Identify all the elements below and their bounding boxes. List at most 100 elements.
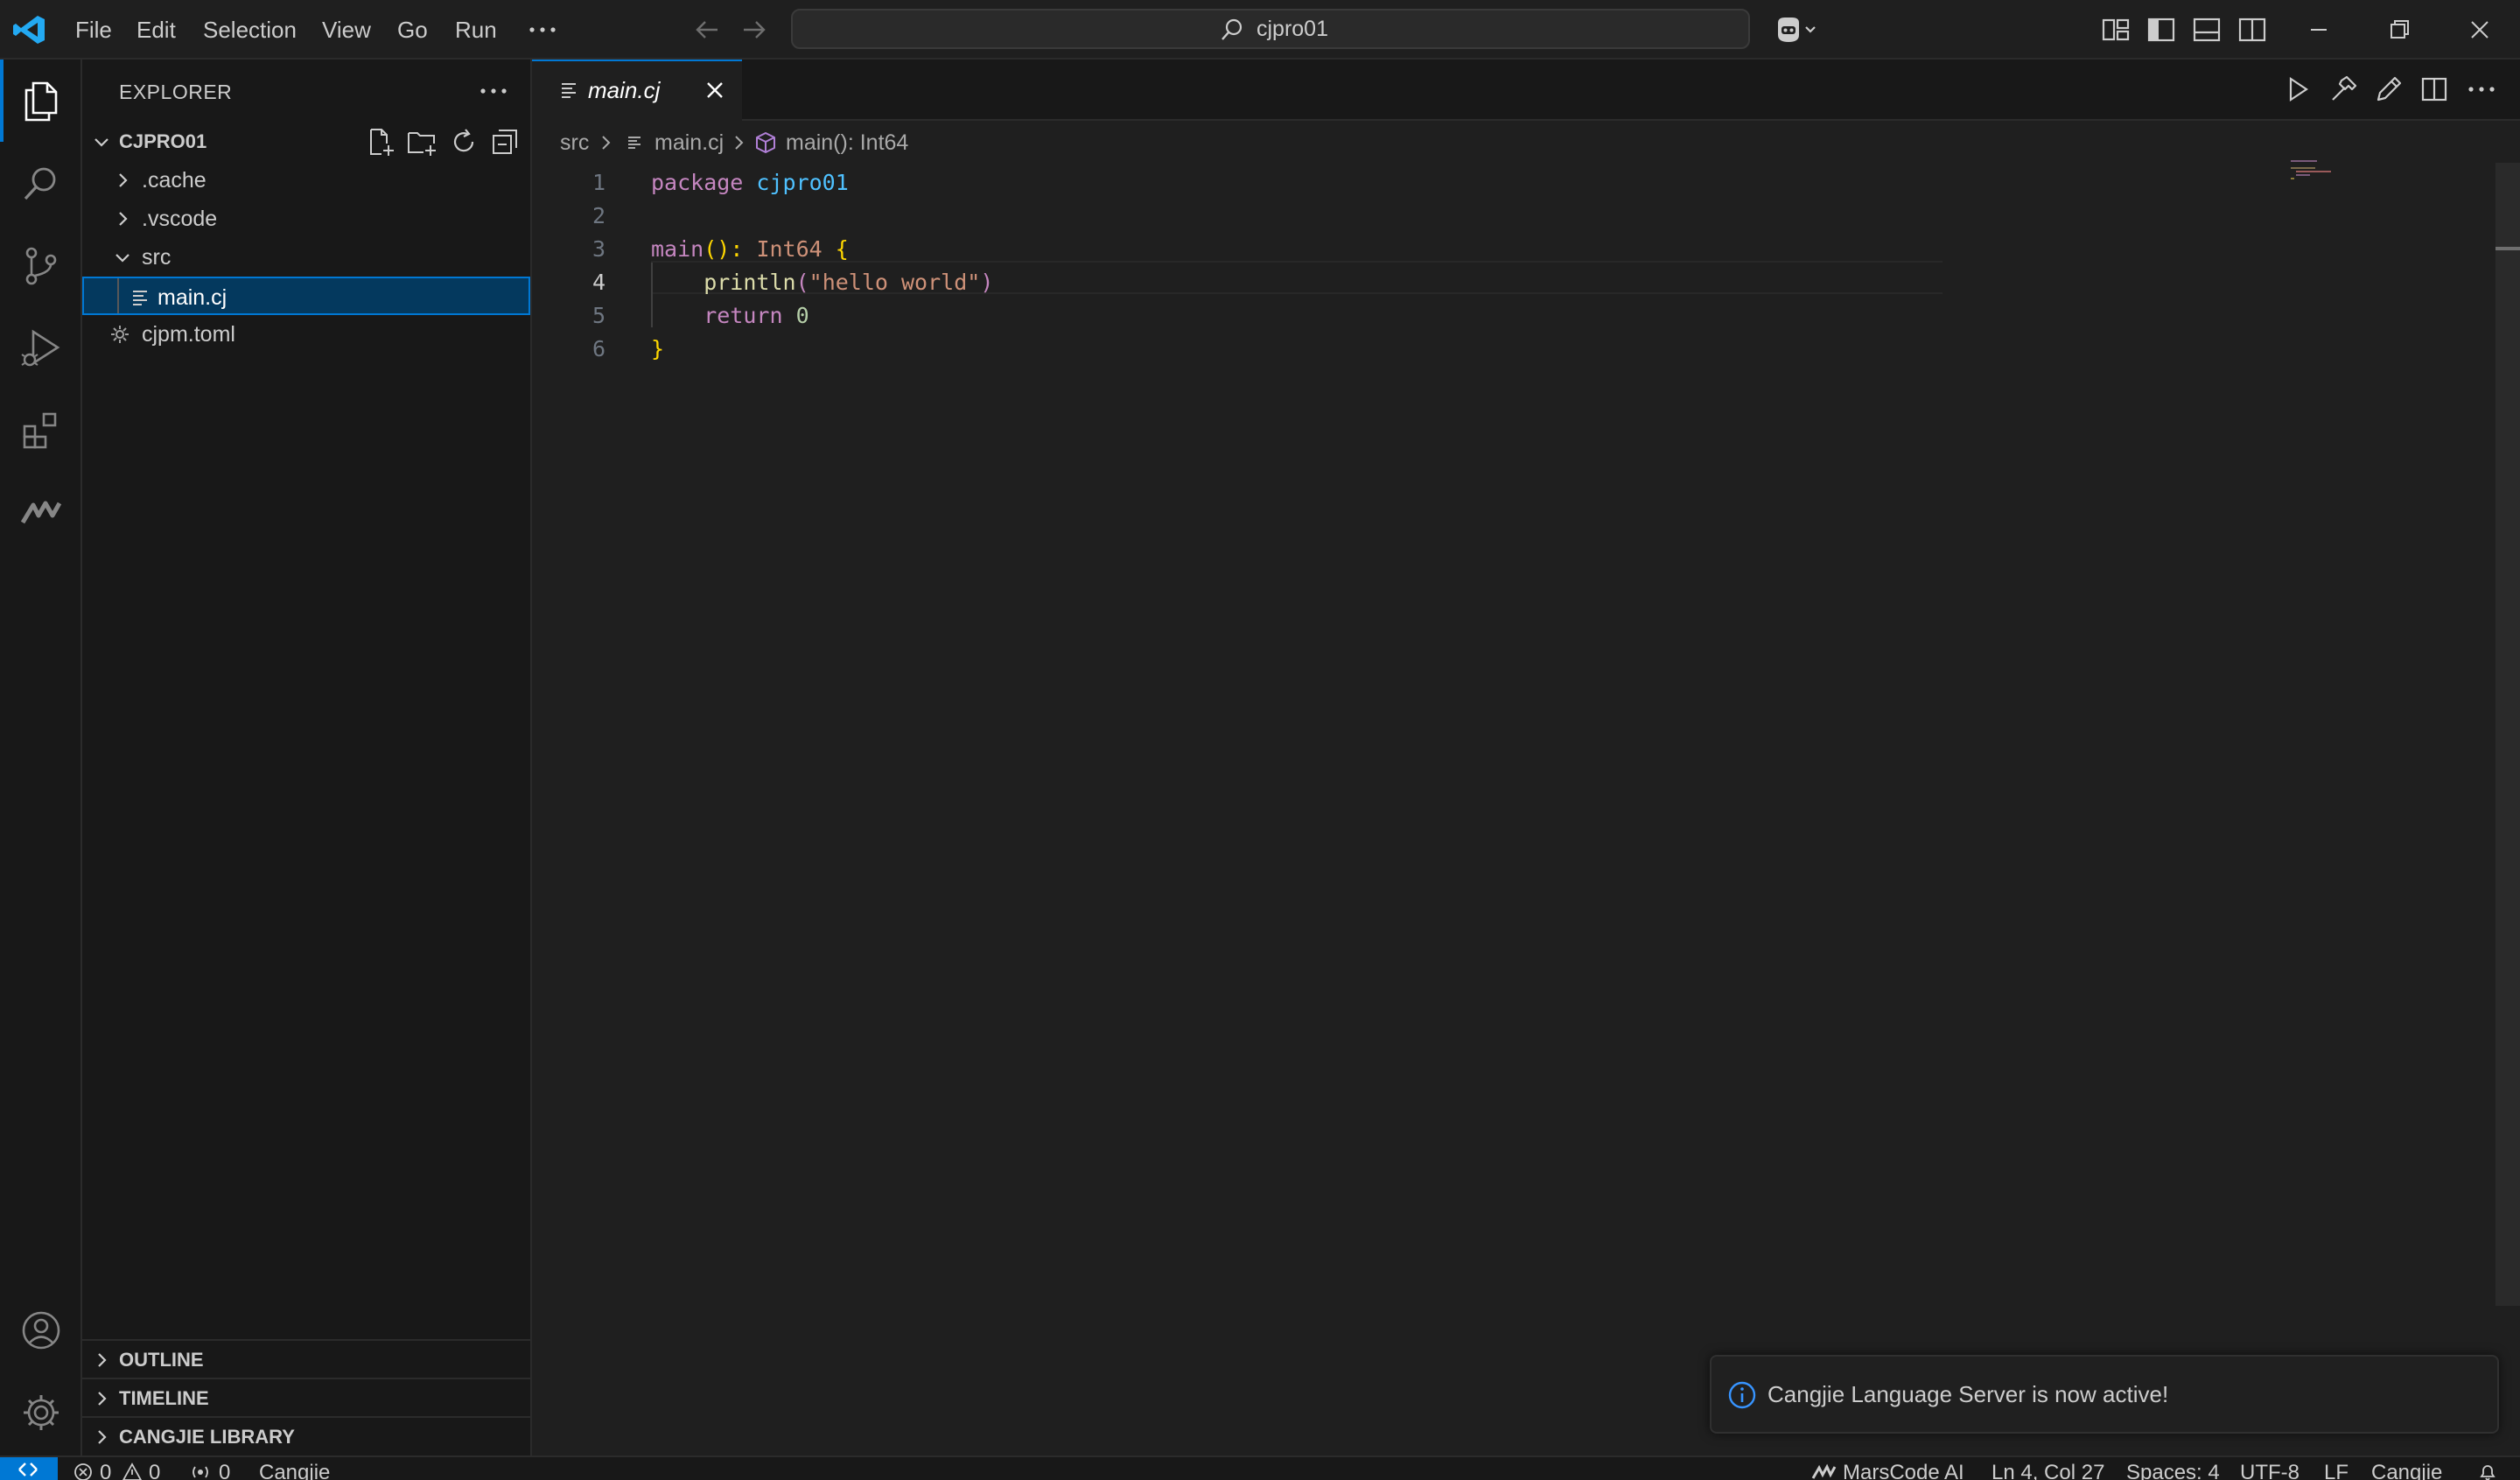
activity-extensions[interactable] — [0, 389, 80, 471]
tree-item-label: .vscode — [142, 207, 218, 231]
activity-source-control[interactable] — [0, 224, 80, 306]
vscode-logo-icon — [12, 14, 47, 46]
forward-arrow-icon[interactable] — [738, 16, 768, 44]
breadcrumb-file[interactable]: main.cj — [654, 121, 724, 165]
tree-item-cache[interactable]: .cache — [82, 161, 530, 200]
menu-selection[interactable]: Selection — [203, 0, 297, 60]
code-editor[interactable]: 1 package cjpro01 2 3 main(): Int64 {4 print… — [532, 165, 2490, 1455]
restore-icon[interactable] — [2384, 14, 2415, 46]
breadcrumb-folder[interactable]: src — [560, 121, 589, 165]
customize-layout-icon[interactable] — [2100, 14, 2132, 46]
menu-run[interactable]: Run — [455, 0, 497, 60]
chevron-down-icon — [112, 247, 133, 268]
toggle-primary-sidebar-icon[interactable] — [2146, 14, 2177, 46]
editor-scrollbar[interactable] — [2496, 163, 2520, 1306]
activity-manage[interactable] — [0, 1371, 80, 1453]
explorer-sidebar: EXPLORER CJPRO01 .cache .vscode src main… — [82, 60, 532, 1455]
code-token: return — [651, 303, 796, 328]
file-text-icon — [560, 81, 579, 100]
section-label: TIMELINE — [119, 1387, 209, 1409]
warning-icon — [122, 1462, 142, 1480]
command-center-label: cjpro01 — [1256, 17, 1328, 41]
search-icon — [24, 167, 56, 200]
cursor-overview-marker — [2496, 247, 2520, 250]
indentation[interactable]: Spaces: 4 — [2126, 1457, 2220, 1480]
search-icon — [1220, 18, 1244, 42]
ports-count[interactable]: 0 — [219, 1457, 230, 1480]
marscode-status[interactable]: MarsCode AI — [1843, 1457, 1964, 1480]
new-file-icon[interactable] — [364, 126, 396, 158]
split-editor-icon[interactable] — [2418, 74, 2450, 105]
toggle-panel-icon[interactable] — [2191, 14, 2222, 46]
toggle-secondary-sidebar-icon[interactable] — [2236, 14, 2268, 46]
indent-guide — [117, 278, 119, 313]
tree-item-main-cj[interactable]: main.cj — [82, 277, 530, 315]
build-hammer-icon[interactable] — [2328, 74, 2359, 105]
run-debug-icon — [21, 329, 60, 367]
code-token: package — [651, 170, 757, 195]
refresh-icon[interactable] — [448, 126, 480, 158]
section-outline[interactable]: OUTLINE — [82, 1339, 530, 1378]
cursor-position[interactable]: Ln 4, Col 27 — [1992, 1457, 2104, 1480]
editor-tabs: main.cj — [532, 60, 2520, 121]
menu-go[interactable]: Go — [397, 0, 428, 60]
command-center[interactable]: cjpro01 — [791, 9, 1750, 49]
menu-file[interactable]: File — [75, 0, 112, 60]
info-icon — [1727, 1380, 1757, 1410]
tab-main-cj[interactable]: main.cj — [532, 60, 742, 121]
tree-item-cjpm-toml[interactable]: cjpm.toml — [82, 315, 530, 354]
activity-explorer[interactable] — [0, 60, 80, 142]
code-line: } — [651, 333, 664, 366]
encoding[interactable]: UTF-8 — [2240, 1457, 2300, 1480]
section-timeline[interactable]: TIMELINE — [82, 1378, 530, 1416]
error-icon — [74, 1463, 92, 1480]
run-icon[interactable] — [2282, 74, 2314, 105]
menu-edit[interactable]: Edit — [136, 0, 176, 60]
close-icon[interactable] — [704, 79, 726, 102]
notifications-bell-icon[interactable] — [2478, 1462, 2497, 1480]
chevron-down-icon — [91, 131, 112, 152]
activity-marscode[interactable] — [0, 471, 80, 553]
code-token: main — [651, 236, 704, 262]
end-of-line[interactable]: LF — [2324, 1457, 2348, 1480]
more-actions-icon[interactable] — [474, 75, 513, 107]
back-arrow-icon[interactable] — [693, 16, 723, 44]
copilot-icon[interactable] — [1773, 14, 1818, 46]
activity-run-debug[interactable] — [0, 306, 80, 389]
code-line: main(): Int64 { — [651, 233, 849, 266]
error-count[interactable]: 0 — [100, 1457, 111, 1480]
code-token: Int64 — [756, 236, 822, 262]
language-status[interactable]: Cangjie — [259, 1457, 330, 1480]
section-label: CANGJIE LIBRARY — [119, 1426, 295, 1448]
breadcrumb-symbol[interactable]: main(): Int64 — [786, 121, 908, 165]
breadcrumb: src main.cj main(): Int64 — [532, 121, 2520, 165]
minimap[interactable] — [2289, 158, 2368, 193]
notification-toast[interactable]: Cangjie Language Server is now active! — [1710, 1355, 2499, 1434]
gear-icon — [24, 1395, 59, 1430]
menu-more-icon[interactable] — [523, 14, 562, 46]
editor-more-icon[interactable] — [2462, 74, 2501, 105]
ports-icon — [192, 1466, 208, 1478]
menu-view[interactable]: View — [322, 0, 371, 60]
chevron-right-icon — [112, 170, 133, 191]
code-token: "hello world" — [808, 270, 981, 295]
close-window-icon[interactable] — [2464, 14, 2496, 46]
line-number: 6 — [592, 336, 606, 361]
line-number: 1 — [592, 170, 606, 195]
tree-item-label: src — [142, 245, 172, 270]
activity-search[interactable] — [0, 142, 80, 224]
warning-count[interactable]: 0 — [149, 1457, 160, 1480]
remote-indicator[interactable] — [0, 1457, 58, 1480]
line-number: 5 — [592, 303, 606, 328]
new-folder-icon[interactable] — [406, 126, 438, 158]
files-icon — [24, 81, 58, 122]
minimize-icon[interactable] — [2303, 14, 2334, 46]
section-cangjie-library[interactable]: CANGJIE LIBRARY — [82, 1416, 530, 1455]
code-token: ( — [795, 270, 809, 295]
edit-pencil-icon[interactable] — [2373, 74, 2404, 105]
tree-item-src[interactable]: src — [82, 238, 530, 277]
tree-item-vscode[interactable]: .vscode — [82, 200, 530, 238]
collapse-all-icon[interactable] — [490, 126, 522, 158]
activity-accounts[interactable] — [0, 1288, 80, 1371]
language-mode[interactable]: Cangjie — [2371, 1457, 2442, 1480]
